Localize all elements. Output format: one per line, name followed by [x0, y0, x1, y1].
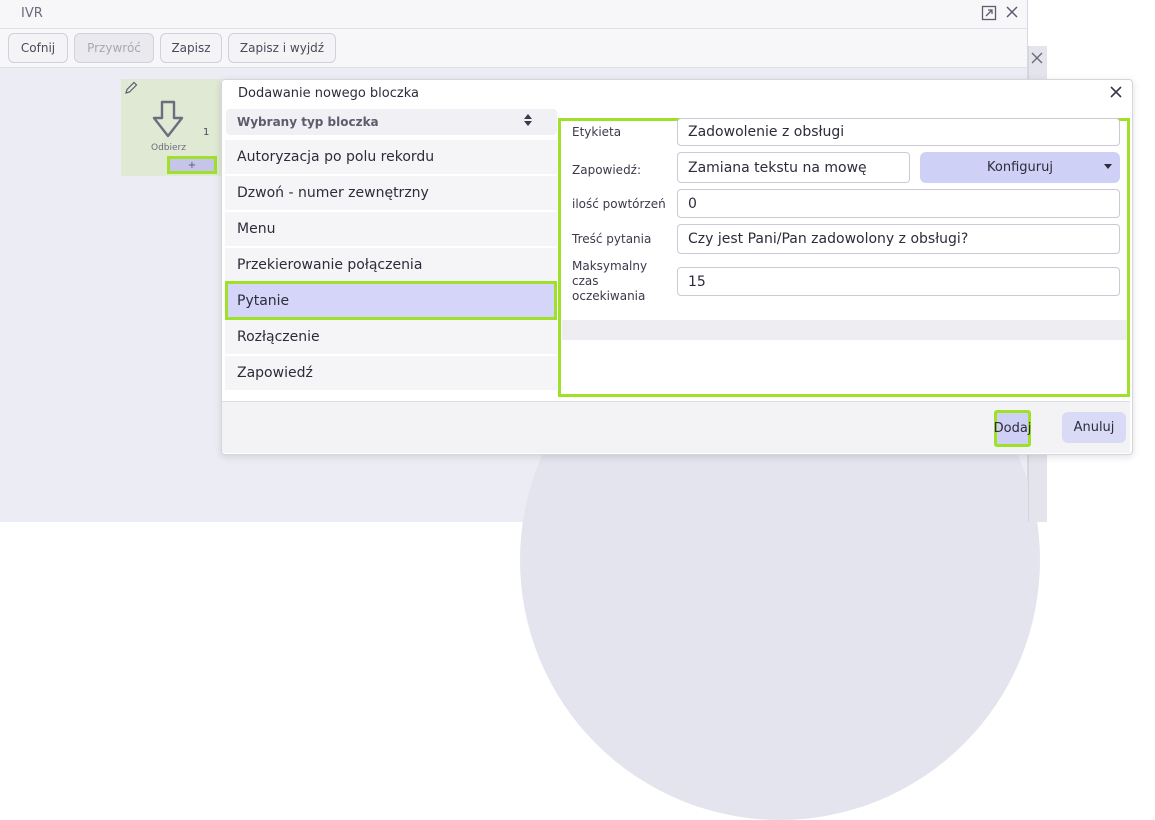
type-item-menu[interactable]: Menu — [225, 212, 557, 246]
save-exit-button[interactable]: Zapisz i wyjdź — [228, 33, 336, 63]
label-field-label: Etykieta — [572, 125, 622, 139]
form-footer-bar — [562, 320, 1127, 340]
pick-up-arrow-icon — [152, 100, 184, 142]
redo-button[interactable]: Przywróć — [74, 33, 154, 63]
announcement-label: Zapowiedź: — [572, 163, 642, 177]
repeat-count-label: ilość powtórzeń — [572, 197, 666, 211]
max-wait-label-1: Maksymalny — [572, 259, 648, 273]
node-label: Odbierz — [151, 143, 186, 153]
dialog-title: Dodawanie nowego bloczka — [238, 86, 419, 101]
close-icon[interactable] — [1005, 5, 1019, 23]
cancel-button[interactable]: Anuluj — [1062, 412, 1126, 443]
chevron-down-icon[interactable] — [1104, 163, 1112, 172]
node-count: 1 — [203, 127, 210, 138]
type-list-header-label: Wybrany typ bloczka — [237, 115, 379, 129]
max-wait-input[interactable]: 15 — [677, 267, 1120, 296]
announcement-select[interactable]: Zamiana tekstu na mowę — [677, 152, 910, 183]
save-button[interactable]: Zapisz — [160, 33, 222, 63]
ivr-toolbar — [0, 29, 1027, 68]
type-item-question[interactable]: Pytanie — [225, 281, 557, 320]
question-text-label: Treść pytania — [572, 232, 652, 246]
undo-button[interactable]: Cofnij — [8, 33, 68, 63]
type-item-call-external[interactable]: Dzwoń - numer zewnętrzny — [225, 176, 557, 210]
type-item-announcement[interactable]: Zapowiedź — [225, 356, 557, 390]
max-wait-label-2: czas — [572, 274, 599, 288]
sort-icon[interactable] — [523, 113, 533, 129]
add-button[interactable]: Dodaj — [994, 410, 1031, 447]
panel-close-icon[interactable] — [1031, 52, 1043, 68]
close-icon[interactable] — [1108, 84, 1124, 105]
pencil-icon[interactable] — [123, 80, 139, 100]
repeat-count-input[interactable]: 0 — [677, 189, 1120, 218]
label-field-input[interactable]: Zadowolenie z obsługi — [677, 118, 1120, 146]
type-item-redirect[interactable]: Przekierowanie połączenia — [225, 248, 557, 282]
type-item-authorization[interactable]: Autoryzacja po polu rekordu — [225, 140, 557, 174]
ivr-titlebar — [0, 0, 1027, 29]
question-text-input[interactable]: Czy jest Pani/Pan zadowolony z obsługi? — [677, 224, 1120, 254]
node-add-button[interactable]: + — [167, 156, 217, 174]
type-item-disconnect[interactable]: Rozłączenie — [225, 320, 557, 354]
expand-icon[interactable] — [981, 5, 997, 25]
window-title: IVR — [21, 6, 43, 21]
configure-button[interactable]: Konfiguruj — [920, 152, 1120, 183]
max-wait-label-3: oczekiwania — [572, 289, 646, 303]
